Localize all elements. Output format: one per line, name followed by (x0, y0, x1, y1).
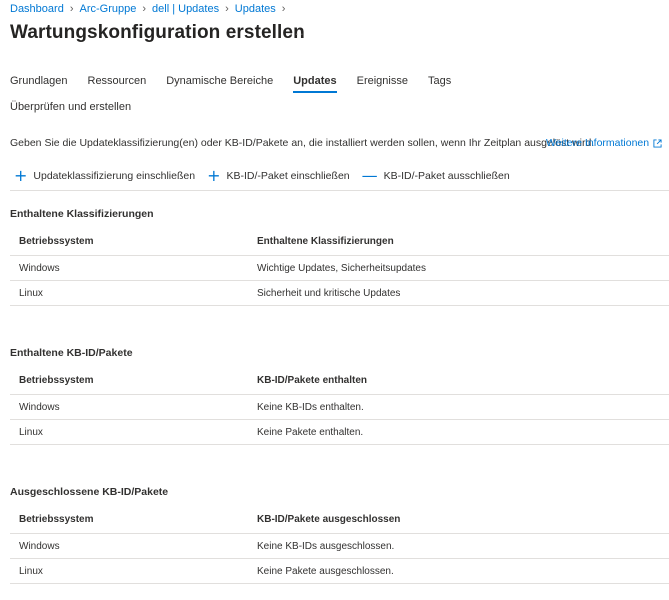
page-title: Wartungskonfiguration erstellen (10, 22, 305, 43)
table-cell-os: Windows (19, 541, 60, 552)
table-cell-value: Keine KB-IDs enthalten. (257, 402, 364, 413)
tab-grundlagen[interactable]: Grundlagen (10, 75, 68, 93)
section-title-excluded: Ausgeschlossene KB-ID/Pakete (10, 486, 169, 498)
table-row[interactable]: Windows Keine KB-IDs ausgeschlossen. (10, 534, 669, 559)
section-title-classifications: Enthaltene Klassifizierungen (10, 208, 154, 220)
table-cell-os: Linux (19, 288, 43, 299)
column-header-os: Betriebssystem (19, 375, 94, 386)
more-info-link[interactable]: Weitere Informationen (546, 137, 662, 149)
table-row[interactable]: Linux Keine Pakete enthalten. (10, 420, 669, 445)
table-row[interactable]: Windows Wichtige Updates, Sicherheitsupd… (10, 256, 669, 281)
table-cell-value: Keine Pakete ausgeschlossen. (257, 566, 394, 577)
tab-ressourcen[interactable]: Ressourcen (88, 75, 147, 93)
tab-dynamische-bereiche[interactable]: Dynamische Bereiche (166, 75, 273, 93)
include-kb-package-label: KB-ID/-Paket einschließen (226, 170, 350, 182)
tab-ueberpruefen-und-erstellen[interactable]: Überprüfen und erstellen (10, 101, 131, 113)
exclude-kb-package-label: KB-ID/-Paket ausschließen (383, 170, 510, 182)
column-header-classifications: Enthaltene Klassifizierungen (257, 236, 394, 247)
table-row[interactable]: Linux Sicherheit und kritische Updates (10, 281, 669, 306)
include-classification-button[interactable]: + Updateklassifizierung einschließen (14, 166, 196, 185)
more-info-label: Weitere Informationen (546, 137, 650, 149)
section-title-included: Enthaltene KB-ID/Pakete (10, 347, 133, 359)
table-header-row: Betriebssystem KB-ID/Pakete ausgeschloss… (10, 505, 669, 534)
table-cell-value: Keine KB-IDs ausgeschlossen. (257, 541, 395, 552)
tab-bar: Grundlagen Ressourcen Dynamische Bereich… (10, 75, 471, 93)
tab-ereignisse[interactable]: Ereignisse (357, 75, 408, 93)
table-header-row: Betriebssystem KB-ID/Pakete enthalten (10, 366, 669, 395)
chevron-right-icon: › (225, 3, 229, 15)
exclude-kb-package-button[interactable]: — KB-ID/-Paket ausschließen (361, 166, 510, 185)
chevron-right-icon: › (142, 3, 147, 15)
breadcrumb-updates[interactable]: Updates (235, 3, 276, 15)
breadcrumb: Dashboard › Arc-Gruppe › dell | Updates … (10, 3, 291, 15)
breadcrumb-dashboard[interactable]: Dashboard (10, 3, 64, 15)
column-header-included: KB-ID/Pakete enthalten (257, 375, 368, 386)
table-cell-os: Windows (19, 402, 60, 413)
chevron-right-icon: › (281, 3, 286, 15)
tab-tags[interactable]: Tags (428, 75, 451, 93)
tab-updates[interactable]: Updates (293, 75, 337, 93)
chevron-right-icon: › (69, 3, 74, 15)
more-options-button[interactable]: ··· (289, 26, 305, 41)
plus-icon: + (207, 166, 221, 185)
table-cell-os: Linux (19, 427, 43, 438)
toolbar: + Updateklassifizierung einschließen + K… (14, 166, 522, 185)
table-row[interactable]: Linux Keine Pakete ausgeschlossen. (10, 559, 669, 584)
table-cell-value: Sicherheit und kritische Updates (257, 288, 401, 299)
external-link-icon (653, 138, 662, 148)
classifications-table: Betriebssystem Enthaltene Klassifizierun… (10, 227, 669, 306)
breadcrumb-dell-updates[interactable]: dell | Updates (152, 3, 219, 15)
column-header-os: Betriebssystem (19, 236, 94, 247)
column-header-excluded: KB-ID/Pakete ausgeschlossen (257, 514, 401, 525)
table-row[interactable]: Windows Keine KB-IDs enthalten. (10, 395, 669, 420)
excluded-table: Betriebssystem KB-ID/Pakete ausgeschloss… (10, 505, 669, 584)
breadcrumb-arc-gruppe[interactable]: Arc-Gruppe (80, 3, 137, 15)
include-kb-package-button[interactable]: + KB-ID/-Paket einschließen (207, 166, 350, 185)
include-classification-label: Updateklassifizierung einschließen (33, 170, 196, 182)
table-cell-value: Keine Pakete enthalten. (257, 427, 364, 438)
included-table: Betriebssystem KB-ID/Pakete enthalten Wi… (10, 366, 669, 445)
description-text: Geben Sie die Updateklassifizierung(en) … (10, 137, 595, 149)
plus-icon: + (14, 166, 28, 185)
table-cell-value: Wichtige Updates, Sicherheitsupdates (257, 263, 426, 274)
minus-icon: — (361, 166, 378, 185)
column-header-os: Betriebssystem (19, 514, 94, 525)
table-header-row: Betriebssystem Enthaltene Klassifizierun… (10, 227, 669, 256)
toolbar-divider (10, 190, 669, 191)
table-cell-os: Linux (19, 566, 43, 577)
table-cell-os: Windows (19, 263, 60, 274)
